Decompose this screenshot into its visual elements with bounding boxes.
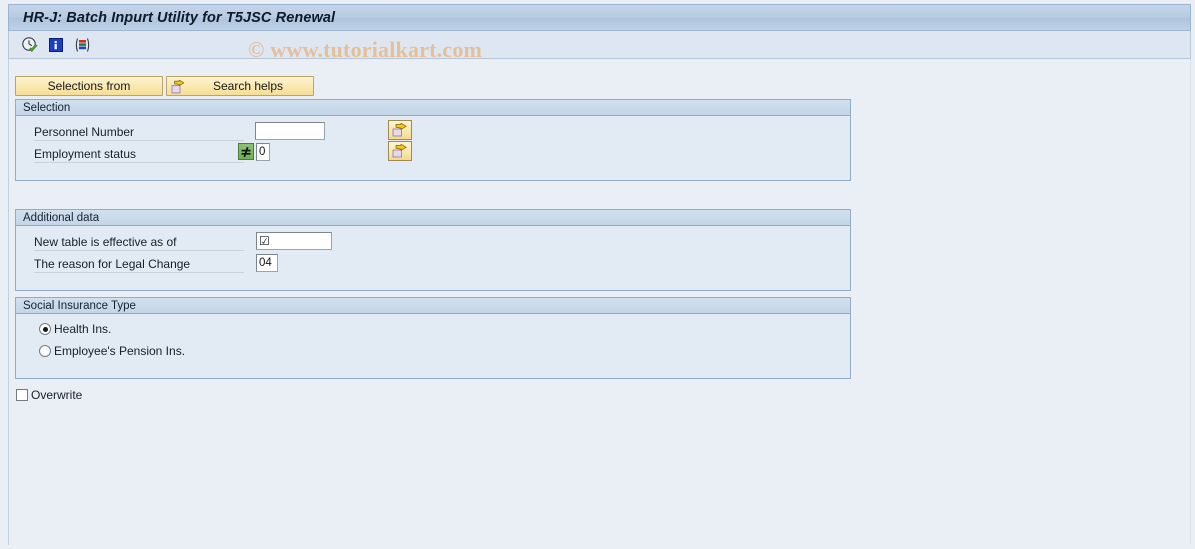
field-row-personnel-number: Personnel Number [34,122,289,142]
checkbox-icon-unchecked [16,389,28,401]
legal-change-reason-value: 04 [259,257,272,269]
multiple-selection-icon [392,144,407,158]
multiple-selection-icon [392,123,407,137]
window-title: HR-J: Batch Inpurt Utility for T5JSC Ren… [23,9,336,26]
checkbox-overwrite[interactable]: Overwrite [16,388,82,402]
new-table-effective-value: ☑ [259,234,270,248]
selection-groupbox-header: Selection [16,100,850,116]
radio-employees-pension-insurance-label: Employee's Pension Ins. [54,344,186,358]
additional-data-groupbox-title: Additional data [23,211,100,224]
selection-groupbox: Selection Personnel Number Employment st… [15,99,851,181]
field-row-legal-change-reason: The reason for Legal Change [34,254,289,274]
legal-change-reason-input[interactable]: 04 [256,254,278,272]
tab-search-helps-label: Search helps [212,79,284,93]
employment-status-multiple-selection-button[interactable] [388,141,412,161]
personnel-number-label: Personnel Number [34,123,244,141]
employment-status-value: 0 [259,146,266,158]
screen-content: Selections from Search helps Selection P… [8,59,1191,545]
radio-button-icon-unselected [39,345,51,357]
selection-groupbox-body: Personnel Number Employment status 0 [16,116,850,180]
radio-employees-pension-insurance[interactable]: Employee's Pension Ins. [39,344,185,358]
radio-health-insurance[interactable]: Health Ins. [39,322,111,336]
application-toolbar [8,31,1191,59]
tab-button-row: Selections from Search helps [15,76,314,96]
personnel-number-input[interactable] [255,122,325,140]
additional-data-groupbox-header: Additional data [16,210,850,226]
field-row-new-table-effective: New table is effective as of [34,232,289,252]
info-icon[interactable] [45,34,67,55]
tab-selections-from-label: Selections from [47,79,131,93]
legal-change-reason-label: The reason for Legal Change [34,255,244,273]
variant-icon[interactable] [71,34,93,55]
radio-button-icon-selected [39,323,51,335]
execute-icon[interactable] [19,34,41,55]
tab-search-helps[interactable]: Search helps [166,76,314,96]
employment-status-operator-button[interactable] [238,143,254,160]
additional-data-groupbox-body: New table is effective as of ☑ The reaso… [16,226,850,290]
personnel-number-multiple-selection-button[interactable] [388,120,412,140]
new-table-effective-input[interactable]: ☑ [256,232,332,250]
social-insurance-groupbox-body: Health Ins. Employee's Pension Ins. [16,314,850,378]
not-equal-icon [241,146,251,157]
arrow-right-icon [170,79,185,94]
social-insurance-groupbox-header: Social Insurance Type [16,298,850,314]
new-table-effective-label: New table is effective as of [34,233,244,251]
additional-data-groupbox: Additional data New table is effective a… [15,209,851,291]
selection-groupbox-title: Selection [23,101,71,114]
tab-selections-from[interactable]: Selections from [15,76,163,96]
window-titlebar: HR-J: Batch Inpurt Utility for T5JSC Ren… [8,4,1191,31]
checkbox-overwrite-label: Overwrite [31,388,83,402]
social-insurance-groupbox-title: Social Insurance Type [23,299,136,312]
employment-status-input[interactable]: 0 [256,143,270,161]
radio-health-insurance-label: Health Ins. [54,322,112,336]
employment-status-label: Employment status [34,145,244,163]
social-insurance-groupbox: Social Insurance Type Health Ins. Employ… [15,297,851,379]
